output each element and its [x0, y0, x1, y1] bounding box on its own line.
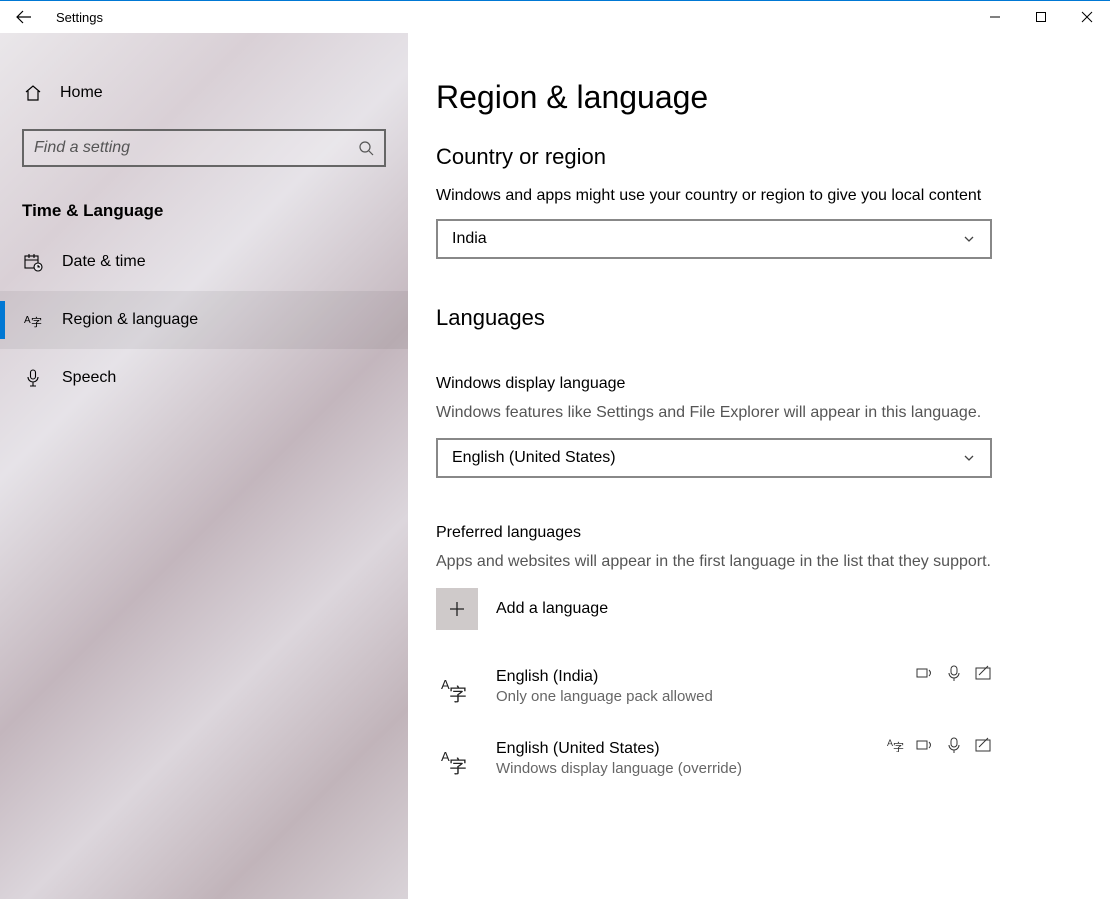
add-language-button[interactable]: Add a language: [436, 588, 1070, 630]
preferred-lang-desc: Apps and websites will appear in the fir…: [436, 550, 996, 573]
language-subtext: Only one language pack allowed: [496, 688, 713, 705]
microphone-icon: [22, 368, 44, 388]
chevron-down-icon: [962, 232, 976, 246]
display-lang-desc: Windows features like Settings and File …: [436, 401, 996, 424]
back-button[interactable]: [0, 1, 48, 33]
language-icon: A字: [22, 310, 44, 330]
language-name: English (India): [496, 668, 713, 686]
category-header: Time & Language: [0, 185, 408, 233]
plus-icon: [436, 588, 478, 630]
search-input[interactable]: [34, 139, 358, 157]
home-icon: [22, 84, 44, 102]
display-lang-sub: Windows display language: [436, 375, 1070, 393]
home-nav[interactable]: Home: [0, 71, 408, 115]
chevron-down-icon: [962, 451, 976, 465]
calendar-clock-icon: [22, 252, 44, 272]
home-label: Home: [60, 84, 103, 102]
preferred-lang-sub: Preferred languages: [436, 524, 1070, 542]
nav-speech[interactable]: Speech: [0, 349, 408, 407]
nav-label: Speech: [62, 369, 116, 387]
nav-date-time[interactable]: Date & time: [0, 233, 408, 291]
language-item[interactable]: A字 English (India) Only one language pac…: [436, 660, 992, 732]
nav-label: Date & time: [62, 253, 146, 271]
sidebar: Home Time & Language Date & time: [0, 33, 408, 899]
region-dropdown[interactable]: India: [436, 219, 992, 259]
close-button[interactable]: [1064, 1, 1110, 33]
svg-text:A: A: [24, 315, 31, 326]
close-icon: [1081, 11, 1093, 23]
language-badges: A字: [886, 736, 992, 754]
text-to-speech-icon: [916, 736, 934, 754]
svg-text:字: 字: [893, 740, 904, 752]
page-title: Region & language: [436, 79, 1070, 116]
minimize-icon: [989, 11, 1001, 23]
language-glyph-icon: A字: [436, 740, 478, 782]
search-box[interactable]: [22, 129, 386, 167]
titlebar: Settings: [0, 1, 1110, 33]
region-desc: Windows and apps might use your country …: [436, 184, 996, 207]
display-language-value: English (United States): [452, 449, 616, 467]
nav-region-language[interactable]: A字 Region & language: [0, 291, 408, 349]
display-language-dropdown[interactable]: English (United States): [436, 438, 992, 478]
svg-text:字: 字: [449, 757, 467, 777]
minimize-button[interactable]: [972, 1, 1018, 33]
handwriting-icon: [974, 736, 992, 754]
content-area: Region & language Country or region Wind…: [408, 33, 1110, 899]
maximize-icon: [1035, 11, 1047, 23]
speech-icon: [946, 664, 962, 682]
language-badges: [916, 664, 992, 682]
region-value: India: [452, 230, 487, 248]
language-name: English (United States): [496, 740, 742, 758]
text-to-speech-icon: [916, 664, 934, 682]
svg-text:字: 字: [31, 315, 42, 329]
region-heading: Country or region: [436, 144, 1070, 170]
maximize-button[interactable]: [1018, 1, 1064, 33]
speech-icon: [946, 736, 962, 754]
language-subtext: Windows display language (override): [496, 760, 742, 777]
language-item[interactable]: A字 English (United States) Windows displ…: [436, 732, 992, 804]
nav-label: Region & language: [62, 311, 198, 329]
add-language-label: Add a language: [496, 600, 608, 618]
search-icon: [358, 140, 374, 156]
svg-text:字: 字: [449, 685, 467, 705]
handwriting-icon: [974, 664, 992, 682]
arrow-left-icon: [15, 8, 33, 26]
languages-heading: Languages: [436, 305, 1070, 331]
window-title: Settings: [56, 10, 103, 25]
language-glyph-icon: A字: [436, 668, 478, 710]
display-lang-icon: A字: [886, 736, 904, 754]
